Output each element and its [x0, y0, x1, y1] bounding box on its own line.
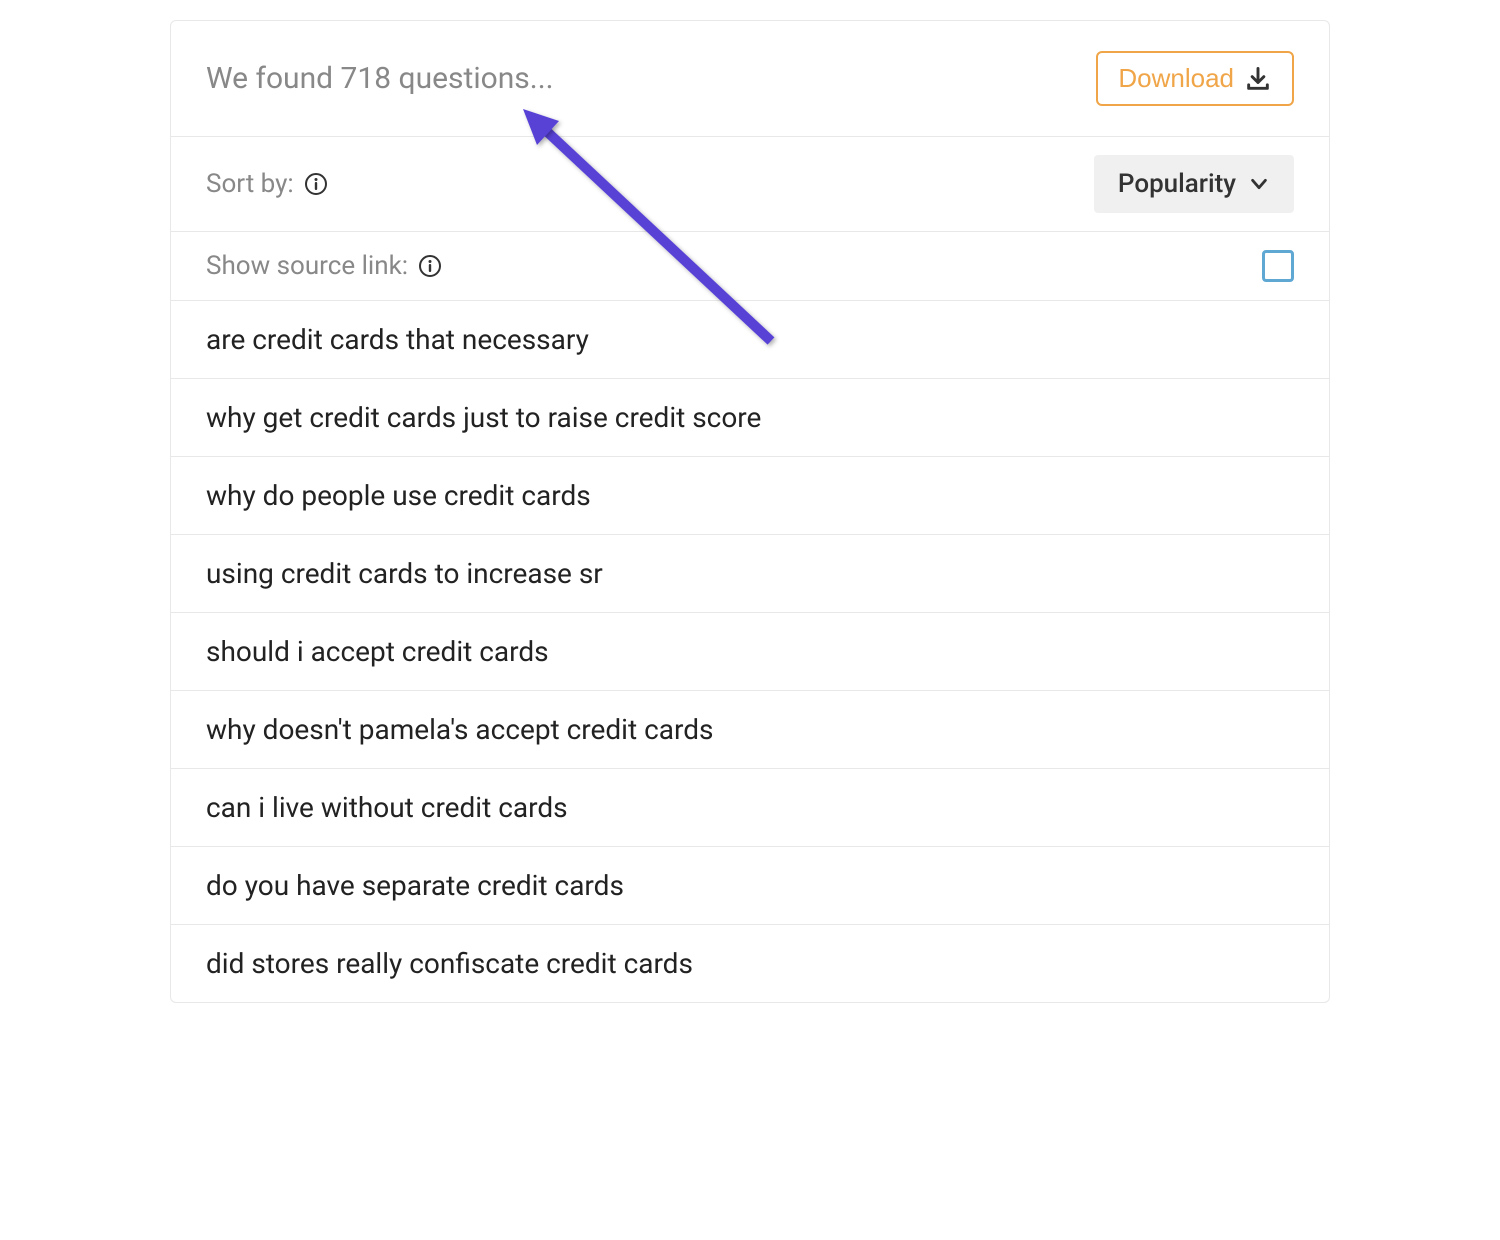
results-panel: We found 718 questions... Download Sort … — [170, 20, 1330, 1003]
header-row: We found 718 questions... Download — [171, 21, 1329, 137]
sort-row: Sort by: Popularity — [171, 137, 1329, 232]
questions-list: are credit cards that necessary why get … — [171, 301, 1329, 1002]
sort-by-text: Sort by: — [206, 169, 294, 199]
info-icon[interactable] — [304, 172, 328, 196]
sort-dropdown-value: Popularity — [1118, 169, 1236, 199]
question-item[interactable]: why get credit cards just to raise credi… — [171, 379, 1329, 457]
question-item[interactable]: should i accept credit cards — [171, 613, 1329, 691]
chevron-down-icon — [1248, 173, 1270, 195]
source-link-label: Show source link: — [206, 251, 442, 281]
question-item[interactable]: are credit cards that necessary — [171, 301, 1329, 379]
download-button-label: Download — [1118, 63, 1234, 94]
source-link-text: Show source link: — [206, 251, 408, 281]
source-link-row: Show source link: — [171, 232, 1329, 301]
sort-by-label: Sort by: — [206, 169, 328, 199]
question-item[interactable]: why do people use credit cards — [171, 457, 1329, 535]
question-item[interactable]: using credit cards to increase sr — [171, 535, 1329, 613]
info-icon[interactable] — [418, 254, 442, 278]
sort-dropdown[interactable]: Popularity — [1094, 155, 1294, 213]
question-item[interactable]: do you have separate credit cards — [171, 847, 1329, 925]
question-item[interactable]: can i live without credit cards — [171, 769, 1329, 847]
question-item[interactable]: did stores really confiscate credit card… — [171, 925, 1329, 1002]
download-icon — [1244, 65, 1272, 93]
question-item[interactable]: why doesn't pamela's accept credit cards — [171, 691, 1329, 769]
results-count-text: We found 718 questions... — [206, 61, 554, 96]
source-link-checkbox[interactable] — [1262, 250, 1294, 282]
download-button[interactable]: Download — [1096, 51, 1294, 106]
